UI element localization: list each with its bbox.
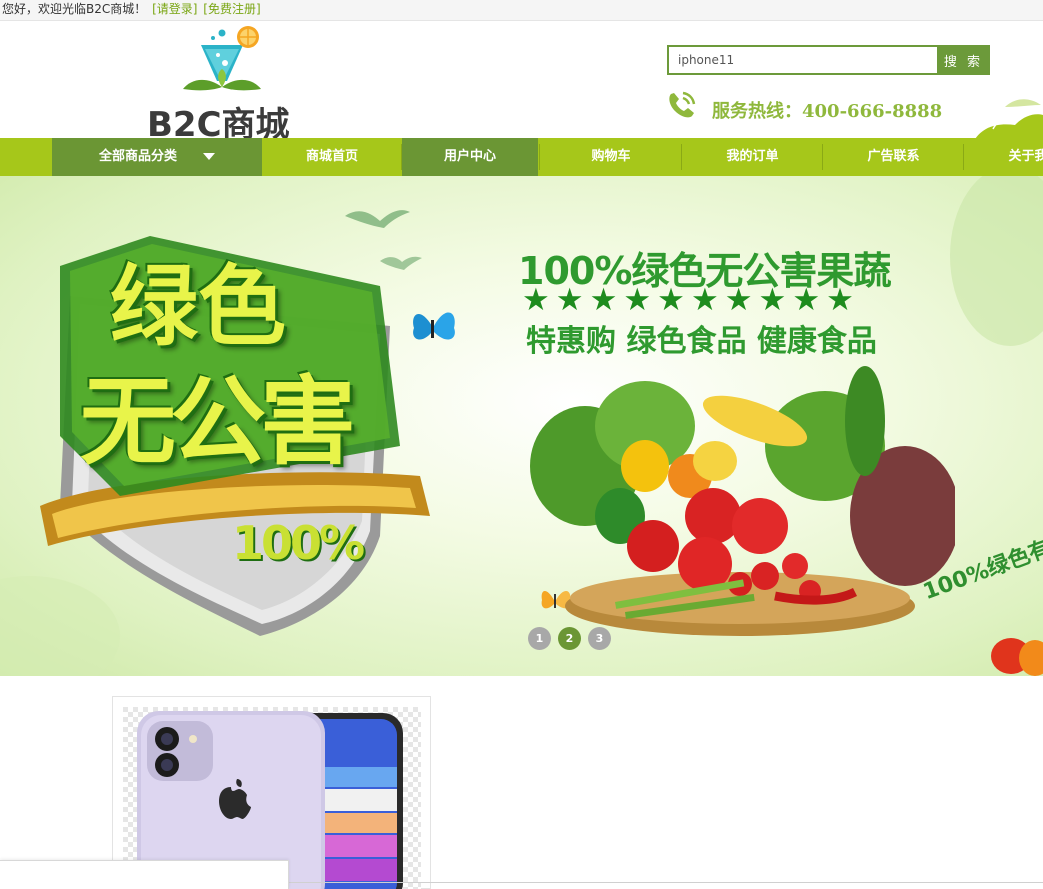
top-bar: 您好，欢迎光临B2C商城！ [请登录] [免费注册] xyxy=(0,0,1043,21)
search-input[interactable] xyxy=(667,45,937,75)
floating-panel xyxy=(0,860,289,889)
shield-title-line2: 无公害 xyxy=(80,366,356,478)
rating-stars: ★★★★★★★★★★ xyxy=(522,282,860,318)
welcome-text: 您好，欢迎光临B2C商城！ xyxy=(2,2,147,16)
header: B2C商城 搜 索 服务热线：400-666-8888 xyxy=(0,21,1043,145)
phone-icon xyxy=(669,91,696,118)
nav-item-cart[interactable]: 购物车 xyxy=(540,138,682,176)
nav-item-advertising[interactable]: 广告联系 xyxy=(823,138,964,176)
all-categories-label: 全部商品分类 xyxy=(98,149,177,164)
nav-item-about[interactable]: 关于我们 xyxy=(964,138,1043,176)
pepper-image xyxy=(991,638,1043,676)
register-link[interactable]: [免费注册] xyxy=(203,2,260,16)
main-nav: 全部商品分类 商城首页 用户中心 购物车 我的订单 广告联系 关于我们 xyxy=(0,138,1043,176)
carousel-dot-3[interactable]: 3 xyxy=(588,627,611,650)
nav-item-my-orders[interactable]: 我的订单 xyxy=(682,138,823,176)
carousel-dot-1[interactable]: 1 xyxy=(528,627,551,650)
search-button[interactable]: 搜 索 xyxy=(937,45,990,75)
nav-item-home[interactable]: 商城首页 xyxy=(262,138,402,176)
vegetables-image xyxy=(530,366,955,636)
chevron-down-icon xyxy=(203,153,215,160)
banner-subheadline: 特惠购 绿色食品 健康食品 xyxy=(526,324,877,359)
hero-banner[interactable]: 绿色 无公害 100% 100%绿色无公害果蔬 ★★★★★★★★★★ 特惠购 绿… xyxy=(0,176,1043,676)
login-link[interactable]: [请登录] xyxy=(152,2,197,16)
hotline-text: 服务热线：400-666-8888 xyxy=(712,101,943,122)
all-categories-menu[interactable]: 全部商品分类 xyxy=(52,138,262,176)
carousel-dot-2[interactable]: 2 xyxy=(558,627,581,650)
shield-percent: 100% xyxy=(232,516,365,570)
leaf-decoration-icon xyxy=(975,99,1043,139)
nav-item-user-center[interactable]: 用户中心 xyxy=(402,138,538,176)
